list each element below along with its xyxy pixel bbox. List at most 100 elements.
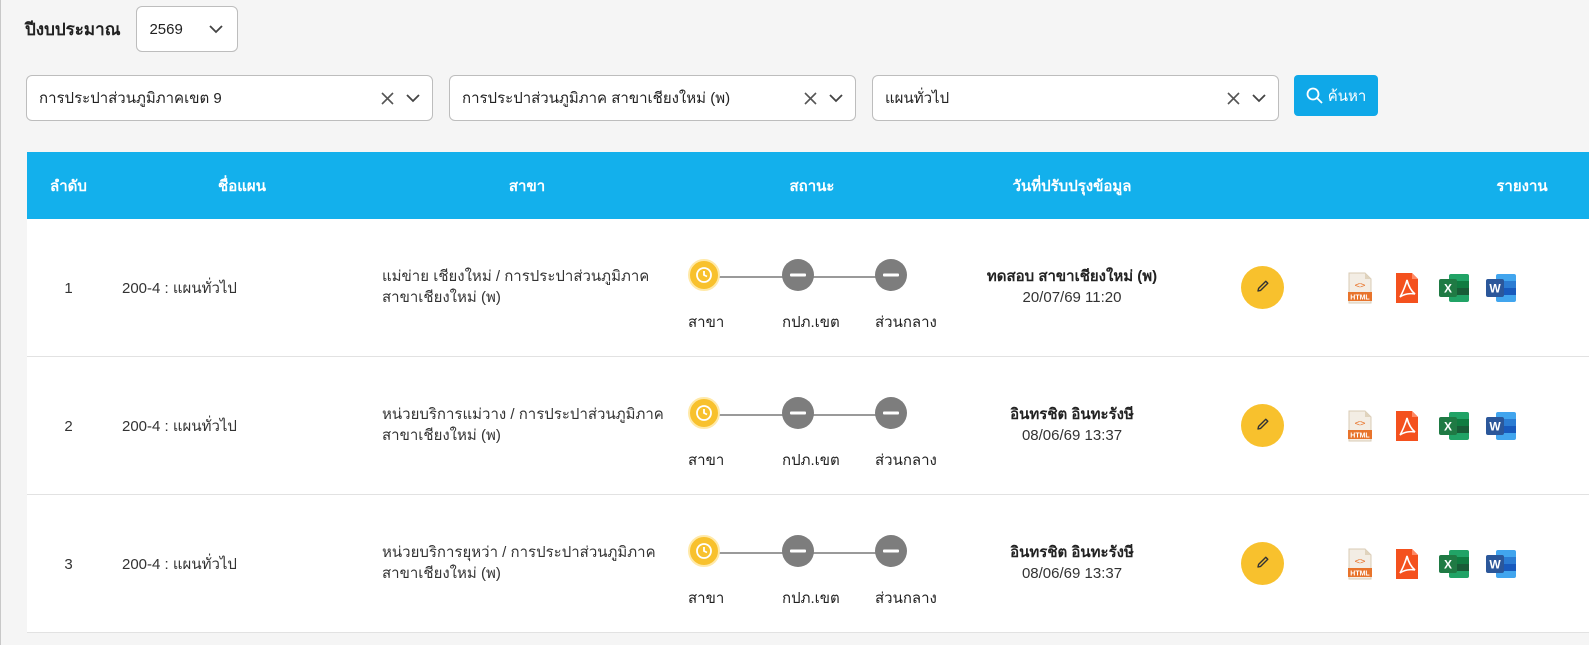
branch-select[interactable]: การประปาส่วนภูมิภาค สาขาเชียงใหม่ (พ) (449, 75, 856, 121)
search-button[interactable]: ค้นหา (1294, 75, 1378, 116)
clear-icon[interactable] (1227, 91, 1240, 105)
clock-icon (688, 397, 720, 429)
pencil-icon (1255, 554, 1271, 574)
clear-icon[interactable] (804, 91, 817, 105)
updated-by: อินทรชิต อินทะรังษี (1010, 544, 1134, 561)
pdf-report-icon[interactable] (1390, 409, 1424, 447)
table-row: 3 200-4 : แผนทั่วไป หน่วยบริการยุหว่า / กา… (27, 495, 1589, 633)
status-step-label: ส่วนกลาง (875, 590, 937, 607)
clock-icon (688, 259, 720, 291)
plan-name: 200-4 : แผนทั่วไป (122, 418, 237, 435)
svg-text:<>: <> (1355, 419, 1366, 429)
fiscal-year-label: ปีงบประมาณ (25, 19, 121, 39)
region-select[interactable]: การประปาส่วนภูมิภาคเขต 9 (26, 75, 433, 121)
status-stepper: สาขา กปภ.เขต ส่วนกลาง (688, 535, 938, 615)
status-step-label: สาขา (688, 590, 725, 607)
updated-by: อินทรชิต อินทะรังษี (1010, 406, 1134, 423)
branch-select-value: การประปาส่วนภูมิภาค สาขาเชียงใหม่ (พ) (462, 90, 731, 107)
updated-info: อินทรชิต อินทะรังษี 08/06/69 13:37 (957, 542, 1187, 584)
svg-text:W: W (1489, 558, 1501, 572)
plan-select[interactable]: แผนทั่วไป (872, 75, 1279, 121)
svg-text:X: X (1444, 420, 1452, 434)
chevron-down-icon (209, 24, 224, 34)
html-report-icon[interactable]: <> HTML (1343, 547, 1377, 585)
status-stepper: สาขา กปภ.เขต ส่วนกลาง (688, 397, 938, 477)
branch-line: สาขาเชียงใหม่ (พ) (382, 427, 501, 444)
word-report-icon[interactable]: W (1484, 547, 1518, 585)
table-body: 1 200-4 : แผนทั่วไป แม่ข่าย เชียงใหม่ / กา… (27, 219, 1589, 633)
header-no: ลำดับ (50, 177, 87, 195)
status-step-label: สาขา (688, 452, 725, 469)
row-number: 2 (64, 417, 73, 435)
minus-icon (875, 397, 907, 429)
branch-line: แม่ข่าย เชียงใหม่ / การประปาส่วนภูมิภาค (382, 268, 650, 285)
header-branch: สาขา (508, 177, 546, 195)
table-header: ลำดับ ชื่อแผน สาขา สถานะ วันที่ปรับปรุงข… (27, 152, 1589, 219)
status-step-label: ส่วนกลาง (875, 314, 937, 331)
edit-cell (1241, 266, 1284, 309)
svg-text:X: X (1444, 558, 1452, 572)
clear-icon[interactable] (381, 91, 394, 105)
branch-name: หน่วยบริการยุหว่า / การประปาส่วนภูมิภาคส… (382, 542, 672, 584)
excel-report-icon[interactable]: X (1437, 547, 1471, 585)
chevron-down-icon[interactable] (829, 93, 843, 103)
branch-name: แม่ข่าย เชียงใหม่ / การประปาส่วนภูมิภาคส… (382, 266, 672, 308)
edit-button[interactable] (1241, 542, 1284, 585)
minus-icon (782, 259, 814, 291)
header-status: สถานะ (789, 177, 835, 195)
clock-icon (688, 535, 720, 567)
svg-text:HTML: HTML (1350, 570, 1370, 577)
branch-line: หน่วยบริการแม่วาง / การประปาส่วนภูมิภาค (382, 406, 664, 423)
pdf-report-icon[interactable] (1390, 547, 1424, 585)
minus-icon (782, 535, 814, 567)
branch-line: สาขาเชียงใหม่ (พ) (382, 565, 501, 582)
search-button-label: ค้นหา (1327, 87, 1367, 105)
svg-text:X: X (1444, 282, 1452, 296)
header-updated: วันที่ปรับปรุงข้อมูล (1012, 177, 1132, 195)
updated-by: ทดสอบ สาขาเชียงใหม่ (พ) (986, 268, 1158, 285)
search-icon (1306, 87, 1323, 104)
svg-text:<>: <> (1355, 557, 1366, 567)
status-stepper: สาขา กปภ.เขต ส่วนกลาง (688, 259, 938, 339)
edit-button[interactable] (1241, 404, 1284, 447)
pdf-report-icon[interactable] (1390, 271, 1424, 309)
header-report: รายงาน (1496, 177, 1548, 195)
fiscal-year-select[interactable]: 2569 (136, 6, 239, 52)
status-step-label: สาขา (688, 314, 725, 331)
svg-text:HTML: HTML (1350, 294, 1370, 301)
svg-text:<>: <> (1355, 281, 1366, 291)
updated-at: 08/06/69 13:37 (1021, 427, 1123, 444)
report-downloads: <> HTML X W (1343, 409, 1518, 447)
edit-button[interactable] (1241, 266, 1284, 309)
pencil-icon (1255, 416, 1271, 436)
edit-cell (1241, 542, 1284, 585)
word-report-icon[interactable]: W (1484, 271, 1518, 309)
fiscal-year-value: 2569 (149, 20, 183, 38)
svg-text:W: W (1489, 282, 1501, 296)
year-row: ปีงบประมาณ 2569 (25, 6, 239, 52)
plan-name: 200-4 : แผนทั่วไป (122, 556, 237, 573)
branch-line: หน่วยบริการยุหว่า / การประปาส่วนภูมิภาค (382, 544, 656, 561)
status-step-label: กปภ.เขต (782, 590, 840, 607)
word-report-icon[interactable]: W (1484, 409, 1518, 447)
page: ปีงบประมาณ 2569 การประปาส่วนภูมิภาคเขต 9… (0, 0, 1589, 645)
header-plan-name: ชื่อแผน (218, 177, 266, 195)
row-number: 1 (64, 279, 73, 297)
branch-line: สาขาเชียงใหม่ (พ) (382, 289, 501, 306)
html-report-icon[interactable]: <> HTML (1343, 271, 1377, 309)
report-downloads: <> HTML X W (1343, 547, 1518, 585)
svg-text:W: W (1489, 420, 1501, 434)
edit-cell (1241, 404, 1284, 447)
pencil-icon (1255, 278, 1271, 298)
minus-icon (875, 535, 907, 567)
chevron-down-icon[interactable] (1252, 93, 1266, 103)
html-report-icon[interactable]: <> HTML (1343, 409, 1377, 447)
chevron-down-icon[interactable] (406, 93, 420, 103)
excel-report-icon[interactable]: X (1437, 271, 1471, 309)
updated-at: 08/06/69 13:37 (1021, 565, 1123, 582)
updated-info: อินทรชิต อินทะรังษี 08/06/69 13:37 (957, 404, 1187, 446)
region-select-value: การประปาส่วนภูมิภาคเขต 9 (39, 90, 222, 107)
plans-table: ลำดับ ชื่อแผน สาขา สถานะ วันที่ปรับปรุงข… (27, 152, 1589, 633)
excel-report-icon[interactable]: X (1437, 409, 1471, 447)
status-step-label: กปภ.เขต (782, 452, 840, 469)
